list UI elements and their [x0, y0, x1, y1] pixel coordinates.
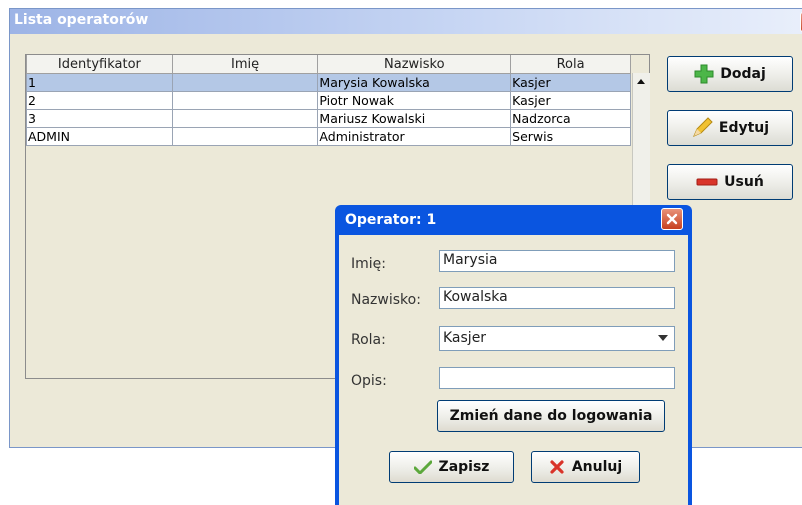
- save-button-label: Zapisz: [438, 459, 490, 475]
- cell-first-name: [171, 109, 319, 128]
- save-button[interactable]: Zapisz: [389, 451, 514, 483]
- role-label: Rola:: [351, 332, 386, 348]
- cancel-button[interactable]: Anuluj: [531, 451, 640, 483]
- cancel-button-label: Anuluj: [571, 459, 623, 475]
- add-button[interactable]: Dodaj: [667, 56, 793, 92]
- dialog-title: Operator: 1: [345, 212, 437, 228]
- cell-last-name: Piotr Nowak: [317, 91, 512, 110]
- edit-button-label: Edytuj: [718, 120, 770, 136]
- edit-button[interactable]: Edytuj: [667, 110, 793, 146]
- cell-id: ADMIN: [26, 127, 173, 146]
- window-titlebar[interactable]: Lista operatorów: [10, 9, 802, 34]
- first-name-label: Imię:: [351, 256, 386, 272]
- cell-first-name: [171, 127, 319, 146]
- table-row[interactable]: 3 Mariusz Kowalski Nadzorca: [26, 109, 631, 128]
- add-button-label: Dodaj: [720, 66, 766, 82]
- chevron-down-icon[interactable]: [653, 328, 673, 348]
- dialog-body: Imię: Marysia Nazwisko: Kowalska Rola: K…: [339, 235, 688, 505]
- change-login-button-label: Zmień dane do logowania: [449, 408, 653, 424]
- minus-icon: [696, 178, 718, 186]
- cell-role: Nadzorca: [510, 109, 631, 128]
- close-icon[interactable]: [661, 208, 683, 230]
- operators-table: Identyfikator Imię Nazwisko Rola 1 Marys…: [26, 55, 631, 146]
- delete-button[interactable]: Usuń: [667, 164, 793, 200]
- description-label: Opis:: [351, 373, 387, 389]
- column-header-imie[interactable]: Imię: [171, 55, 319, 74]
- column-header-identyfikator[interactable]: Identyfikator: [26, 55, 173, 74]
- table-row[interactable]: 2 Piotr Nowak Kasjer: [26, 91, 631, 110]
- cell-id: 1: [26, 73, 173, 92]
- column-header-rola[interactable]: Rola: [510, 55, 631, 74]
- cell-last-name: Marysia Kowalska: [317, 73, 512, 92]
- window-title: Lista operatorów: [14, 12, 149, 28]
- description-field[interactable]: [439, 367, 675, 389]
- cell-first-name: [171, 91, 319, 110]
- cell-first-name: [171, 73, 319, 92]
- cross-icon: [550, 460, 564, 474]
- delete-button-label: Usuń: [724, 174, 764, 190]
- table-row[interactable]: ADMIN Administrator Serwis: [26, 127, 631, 146]
- plus-icon: [694, 64, 714, 84]
- last-name-label: Nazwisko:: [351, 292, 421, 308]
- pencil-icon: [692, 117, 713, 137]
- cell-last-name: Mariusz Kowalski: [317, 109, 512, 128]
- cell-role: Serwis: [510, 127, 631, 146]
- checkmark-icon: [413, 460, 432, 474]
- first-name-field[interactable]: Marysia: [439, 250, 675, 272]
- cell-role: Kasjer: [510, 91, 631, 110]
- operator-dialog: Operator: 1 Imię: Marysia Nazwisko: Kowa…: [335, 205, 692, 505]
- role-select[interactable]: Kasjer: [439, 326, 675, 351]
- change-login-button[interactable]: Zmień dane do logowania: [437, 400, 665, 432]
- cell-last-name: Administrator: [317, 127, 512, 146]
- scroll-up-arrow-icon[interactable]: [636, 77, 646, 85]
- cell-id: 2: [26, 91, 173, 110]
- cell-role: Kasjer: [510, 73, 631, 92]
- cell-id: 3: [26, 109, 173, 128]
- role-select-value: Kasjer: [443, 330, 487, 346]
- table-row[interactable]: 1 Marysia Kowalska Kasjer: [26, 73, 631, 92]
- last-name-field[interactable]: Kowalska: [439, 287, 675, 309]
- column-header-nazwisko[interactable]: Nazwisko: [317, 55, 512, 74]
